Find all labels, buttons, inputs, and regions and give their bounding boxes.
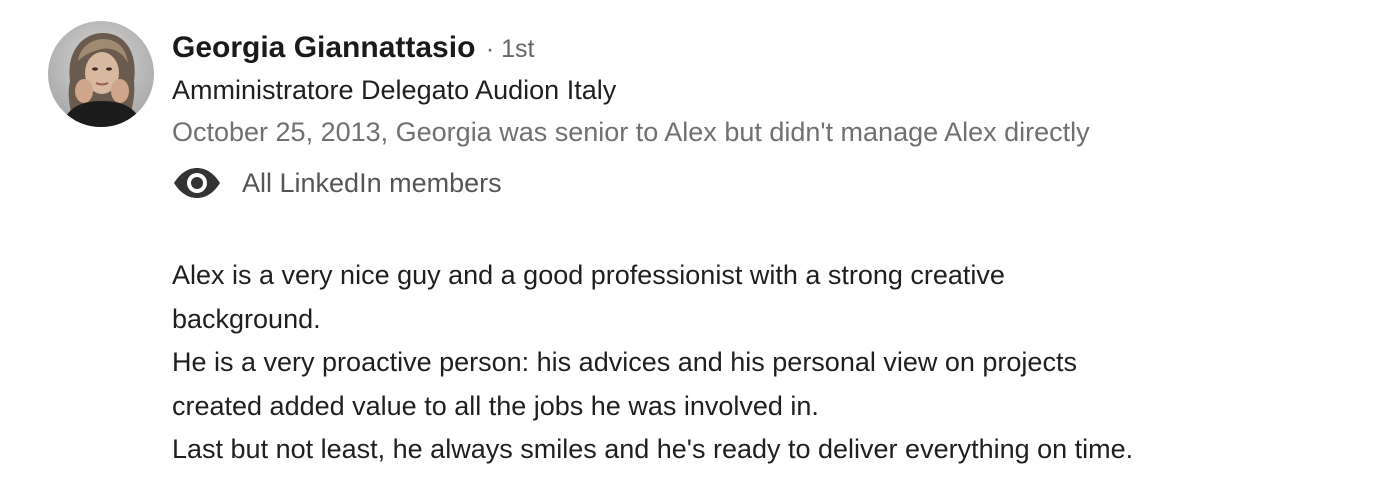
visibility-label: All LinkedIn members <box>242 167 502 198</box>
recommendation-card: Georgia Giannattasio · 1st Amministrator… <box>0 0 1390 484</box>
profile-photo <box>48 21 154 127</box>
recommendation-line: background. <box>172 303 321 334</box>
recommender-header: Georgia Giannattasio · 1st <box>172 24 1372 72</box>
recommendation-line: Last but not least, he always smiles and… <box>172 434 1134 464</box>
eye-icon <box>172 167 222 199</box>
relationship-text: October 25, 2013, Georgia was senior to … <box>172 117 1090 147</box>
recommendation-line: He is a very proactive person: his advic… <box>172 347 1077 377</box>
recommendation-line: Alex is a very nice guy and a good profe… <box>172 260 1005 290</box>
visibility-row: All LinkedIn members <box>172 160 1372 206</box>
recommender-name[interactable]: Georgia Giannattasio <box>172 31 475 64</box>
recommendation-line: created added value to all the jobs he w… <box>172 390 819 421</box>
recommendation-content: Georgia Giannattasio · 1st Amministrator… <box>172 24 1372 472</box>
recommender-title: Amministratore Delegato Audion Italy <box>172 75 617 105</box>
recommendation-text: Alex is a very nice guy and a good profe… <box>172 254 1372 472</box>
connection-degree: · 1st <box>485 35 535 63</box>
avatar[interactable] <box>48 21 154 127</box>
